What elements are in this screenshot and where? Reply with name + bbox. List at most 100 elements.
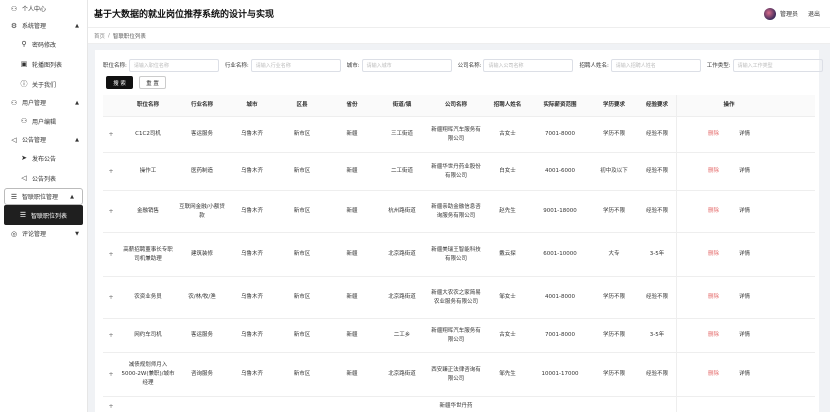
sidebar-item-label: 关于我们 bbox=[32, 81, 57, 89]
logout-link[interactable]: 退出 bbox=[808, 9, 820, 18]
expand-icon[interactable]: + bbox=[103, 167, 119, 176]
table-cell: 高薪招聘董事长专职司机兼助理 bbox=[123, 246, 173, 262]
key-icon: ⚲ bbox=[21, 40, 27, 48]
expand-icon[interactable]: + bbox=[103, 250, 119, 259]
list-icon: ☰ bbox=[19, 211, 27, 219]
table-cell: 北京路街道 bbox=[388, 371, 416, 377]
table-cell: 新疆华世丹药业股份有限公司 bbox=[431, 163, 481, 179]
table-cell: C1C2司机 bbox=[135, 131, 161, 137]
delete-button[interactable]: 删除 bbox=[708, 167, 719, 176]
table-cell: 三工街道 bbox=[390, 131, 413, 137]
detail-button[interactable]: 详情 bbox=[739, 130, 750, 139]
detail-button[interactable]: 详情 bbox=[739, 293, 750, 302]
expand-icon[interactable]: + bbox=[103, 402, 119, 411]
delete-button[interactable]: 删除 bbox=[708, 370, 719, 379]
search-button[interactable]: 搜 索 bbox=[106, 76, 133, 89]
expand-icon[interactable]: + bbox=[103, 293, 119, 302]
delete-button[interactable]: 删除 bbox=[708, 250, 719, 259]
row-actions: 删除 详情 bbox=[676, 153, 781, 190]
table-cell: 7001-8000 bbox=[545, 332, 575, 338]
sidebar-item-label: 系统管理 bbox=[22, 23, 47, 30]
breadcrumb-current: 智联职位列表 bbox=[112, 33, 146, 40]
table-cell: 戴云探 bbox=[499, 251, 516, 257]
table-cell: 北京路街道 bbox=[388, 294, 416, 300]
filter-input[interactable]: 请输入职位名称 bbox=[128, 58, 219, 72]
table-body: + C1C2司机 客运服务 乌鲁木齐 新市区 新疆 三工街道 新疆翔晖汽车服务有限公司 古女士 7… bbox=[103, 117, 815, 412]
column-header: 操作 bbox=[676, 95, 781, 116]
column-header: 学历要求 bbox=[602, 102, 625, 108]
filter-input[interactable]: 请输入公司名称 bbox=[483, 58, 574, 72]
filter-field: 工作类型: 请输入工作类型 bbox=[707, 58, 823, 72]
row-actions: 删除 详情 bbox=[676, 117, 781, 152]
table-cell: 二工街道 bbox=[390, 168, 413, 174]
delete-button[interactable]: 删除 bbox=[708, 207, 719, 216]
expand-icon[interactable]: + bbox=[103, 207, 119, 216]
table-cell: 4001-8000 bbox=[545, 294, 575, 300]
table-row: + 新疆华世丹药 bbox=[103, 397, 815, 412]
table-cell: 新疆 bbox=[346, 208, 358, 214]
row-actions: 删除 详情 bbox=[676, 319, 781, 352]
table-cell: 学历不限 bbox=[602, 371, 625, 377]
table-cell: 北京路街道 bbox=[388, 251, 416, 257]
sidebar-item[interactable]: ⚇ 用户管理 ▲ bbox=[0, 94, 87, 111]
detail-button[interactable]: 详情 bbox=[739, 207, 750, 216]
chevron-up-icon[interactable]: ▲ bbox=[70, 194, 74, 200]
delete-button[interactable]: 删除 bbox=[708, 130, 719, 139]
detail-button[interactable]: 详情 bbox=[739, 331, 750, 340]
table-cell: 新疆 bbox=[346, 168, 358, 174]
sidebar-item[interactable]: ⚇ 个人中心 bbox=[0, 0, 87, 17]
table-cell: 网约车司机 bbox=[134, 332, 162, 338]
sidebar: ⚇ 个人中心 ⚙ 系统管理 ▲ ⚲ 密码修改 ▣ 轮播图列表 ⓘ 关于我们 ⚇ 用户管理 ▲ ⚇ 用户编辑 ◁ 公… bbox=[0, 0, 88, 412]
detail-button[interactable]: 详情 bbox=[739, 370, 750, 379]
sidebar-item-label: 公告管理 bbox=[22, 137, 47, 144]
sidebar-item[interactable]: ◁ 公告列表 bbox=[0, 168, 87, 188]
table-row: + 农资业务员 农/林/牧/渔 乌鲁木齐 新市区 新疆 北京路街道 新疆大农农之家简易农业服务… bbox=[103, 277, 815, 319]
user-icon: ⚇ bbox=[20, 117, 28, 125]
filter-input[interactable]: 请输入城市 bbox=[361, 58, 452, 72]
filter-input[interactable]: 请输入工作类型 bbox=[732, 58, 823, 72]
reset-button[interactable]: 重 置 bbox=[139, 76, 166, 89]
username[interactable]: 管理员 bbox=[780, 9, 798, 18]
sidebar-item[interactable]: ⚲ 密码修改 bbox=[0, 34, 87, 54]
sidebar-item[interactable]: ▣ 轮播图列表 bbox=[0, 54, 87, 74]
users-icon: ⚇ bbox=[10, 98, 18, 107]
table-cell: 新市区 bbox=[293, 251, 311, 257]
detail-button[interactable]: 详情 bbox=[739, 250, 750, 259]
breadcrumb-separator: / bbox=[108, 32, 110, 39]
sidebar-item-label: 用户编辑 bbox=[32, 118, 57, 126]
sidebar-item[interactable]: ⚇ 用户编辑 bbox=[0, 111, 87, 131]
table-row: + 金融销售 互联网金融/小额贷款 乌鲁木齐 新市区 新疆 杭州路街道 新疆亲助金融信息咨询服… bbox=[103, 191, 815, 233]
expand-icon[interactable]: + bbox=[103, 331, 119, 340]
filter-input[interactable]: 请输入行业名称 bbox=[250, 58, 341, 72]
table-cell: 咨询服务 bbox=[190, 371, 213, 377]
expand-icon[interactable]: + bbox=[103, 370, 119, 379]
table-cell: 新疆 bbox=[346, 294, 358, 300]
table-cell: 学历不限 bbox=[602, 294, 625, 300]
table-cell: 乌鲁木齐 bbox=[240, 168, 263, 174]
delete-button[interactable]: 删除 bbox=[708, 331, 719, 340]
sidebar-item[interactable]: ◎ 评论管理 ▼ bbox=[0, 225, 87, 242]
table-cell: 白女士 bbox=[499, 168, 516, 174]
sidebar-item[interactable]: ⚙ 系统管理 ▲ bbox=[0, 17, 87, 34]
sidebar-item[interactable]: ➤ 发布公告 bbox=[0, 148, 87, 168]
sidebar-item[interactable]: ⓘ 关于我们 bbox=[0, 74, 87, 94]
detail-button[interactable]: 详情 bbox=[739, 167, 750, 176]
breadcrumb-home[interactable]: 首页 bbox=[94, 32, 105, 40]
filter-input[interactable]: 请输入招聘人姓名 bbox=[610, 58, 701, 72]
table-cell: 赵先生 bbox=[499, 208, 516, 214]
megaphone-icon: ◁ bbox=[11, 135, 17, 144]
chevron-down-icon[interactable]: ▼ bbox=[75, 231, 79, 237]
sidebar-item[interactable]: ☰ 智联职位列表 bbox=[4, 205, 83, 225]
chevron-up-icon[interactable]: ▲ bbox=[75, 23, 79, 29]
avatar[interactable] bbox=[763, 7, 776, 20]
chevron-up-icon[interactable]: ▲ bbox=[75, 137, 79, 143]
expand-icon[interactable]: + bbox=[103, 130, 119, 139]
sidebar-item[interactable]: ☰ 智联职位管理 ▲ bbox=[4, 188, 83, 205]
row-actions: 删除 详情 bbox=[676, 353, 781, 396]
table-cell: 10001-17000 bbox=[541, 371, 579, 377]
table-cell: 邹先生 bbox=[499, 371, 516, 377]
sidebar-item[interactable]: ◁ 公告管理 ▲ bbox=[0, 131, 87, 148]
delete-button[interactable]: 删除 bbox=[708, 293, 719, 302]
table-cell: 乌鲁木齐 bbox=[240, 371, 263, 377]
chevron-up-icon[interactable]: ▲ bbox=[75, 100, 79, 106]
